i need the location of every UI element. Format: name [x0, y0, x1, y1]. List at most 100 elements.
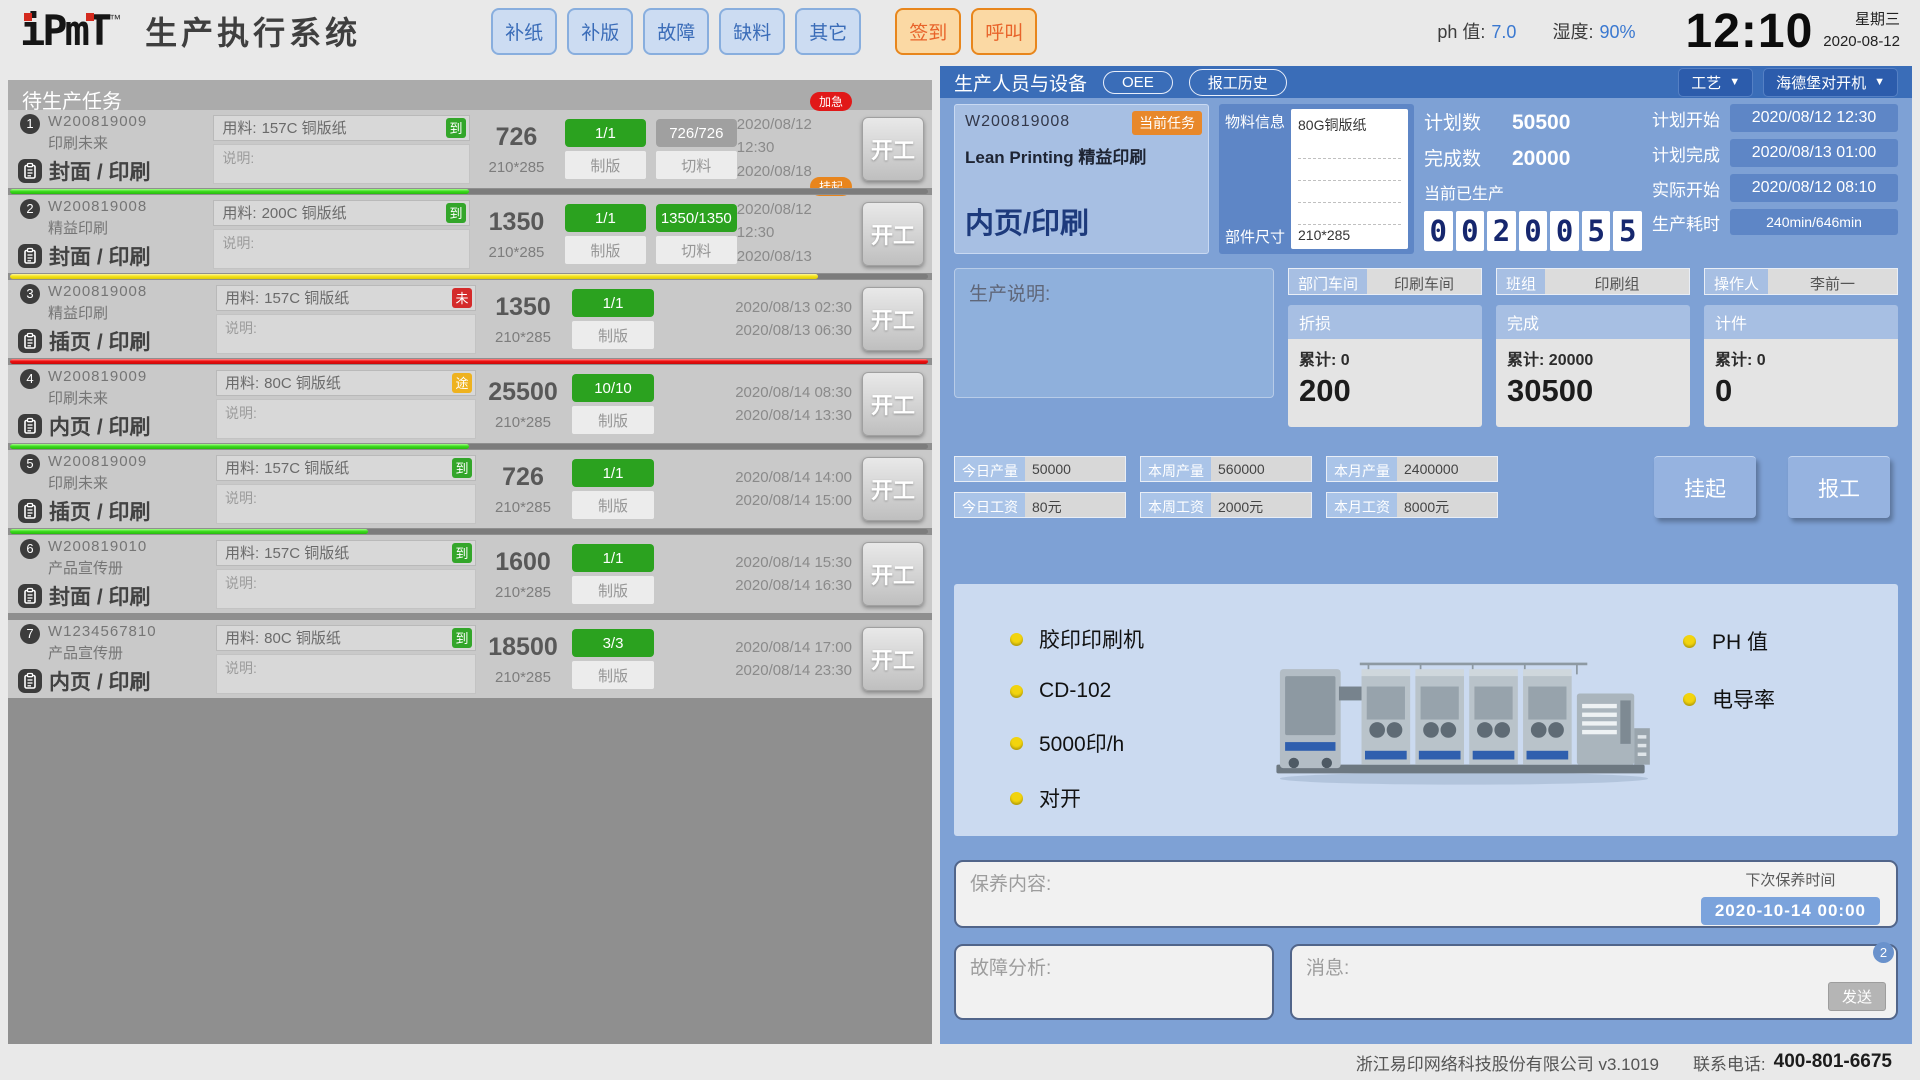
month-output-field: 本月产量2400000: [1326, 456, 1498, 482]
plate-refill-button[interactable]: 补版: [567, 8, 633, 55]
due-time: 2020/08/14 15:00: [735, 489, 852, 512]
humidity-reading: 湿度:90%: [1552, 18, 1635, 44]
send-button[interactable]: 发送: [1828, 982, 1886, 1011]
part-size: 210*285: [482, 499, 564, 516]
sign-in-button[interactable]: 签到: [895, 8, 961, 55]
material-info-label: 物料信息: [1225, 111, 1285, 132]
material-name: 80C 铜版纸: [264, 372, 341, 393]
task-customer: 印刷未来: [48, 472, 147, 493]
process-dropdown[interactable]: 工艺▼: [1678, 68, 1753, 97]
task-customer: 精益印刷: [48, 302, 147, 323]
part-size: 210*285: [482, 329, 564, 346]
app-logo: iPmT ™: [20, 10, 121, 52]
note-label: 说明:: [225, 660, 257, 676]
bullet-icon: [1010, 633, 1023, 646]
alert-buttons: 签到 呼叫: [895, 8, 1037, 55]
start-work-button[interactable]: 开工: [862, 457, 924, 521]
material-shortage-button[interactable]: 缺料: [719, 8, 785, 55]
plate-count-badge: 1/1: [572, 459, 654, 487]
task-row[interactable]: 3 W200819008 精益印刷 插页 / 印刷 用料: 157C 铜版纸 未: [8, 280, 932, 358]
material-name: 80C 铜版纸: [264, 627, 341, 648]
material-box: 用料: 80C 铜版纸 到: [216, 625, 476, 651]
counter-digit: 5: [1582, 211, 1611, 251]
done-qty-label: 完成数: [1424, 144, 1512, 171]
completed-card: 完成 累计: 20000 30500: [1496, 305, 1690, 427]
fault-analysis-box[interactable]: 故障分析:: [954, 944, 1274, 1020]
material-label: 用料:: [225, 372, 259, 393]
operator-value[interactable]: 李前一: [1768, 269, 1897, 294]
start-work-button[interactable]: 开工: [862, 372, 924, 436]
dates-column: 2020/08/14 14:00 2020/08/14 15:00: [735, 466, 862, 513]
month-wage-field: 本月工资8000元: [1326, 492, 1498, 518]
actual-start-label: 实际开始: [1652, 176, 1720, 201]
task-info: 6 W200819010 产品宣传册 封面 / 印刷: [16, 538, 216, 611]
urgent-badge: 加急: [810, 92, 852, 111]
maintenance-label: 保养内容:: [970, 874, 1051, 895]
main-area: 待生产任务 1 W200819009 印刷未来 封面 / 印刷 用料:: [0, 62, 1920, 1044]
action-buttons: 挂起 报工: [1654, 456, 1898, 518]
suspend-button[interactable]: 挂起: [1654, 456, 1756, 518]
material-column: 用料: 157C 铜版纸 到 说明:: [213, 115, 470, 184]
today-output-value: 50000: [1025, 457, 1125, 481]
start-work-button[interactable]: 开工: [862, 627, 924, 691]
task-customer: 印刷未来: [48, 132, 147, 153]
task-id: W200819008: [48, 198, 147, 215]
task-row[interactable]: 7 W1234567810 产品宣传册 内页 / 印刷 用料: 80C 铜版纸 …: [8, 620, 932, 698]
material-name: 157C 铜版纸: [264, 542, 349, 563]
start-work-button[interactable]: 开工: [862, 542, 924, 606]
task-row[interactable]: 5 W200819009 印刷未来 插页 / 印刷 用料: 157C 铜版纸 到: [8, 450, 932, 528]
material-column: 用料: 200C 铜版纸 到 说明:: [213, 200, 470, 269]
material-info-block: 物料信息 部件尺寸 80G铜版纸 210*285: [1219, 104, 1414, 254]
phone-label: 联系电话:: [1693, 1050, 1766, 1075]
material-label: 用料:: [225, 457, 259, 478]
task-info: 4 W200819009 印刷未来 内页 / 印刷: [16, 368, 216, 441]
quantity-column: 726 210*285: [476, 123, 557, 176]
task-part: 封面 / 印刷: [49, 156, 151, 186]
team-value[interactable]: 印刷组: [1545, 269, 1689, 294]
task-id: W200819009: [48, 113, 147, 130]
oee-button[interactable]: OEE: [1103, 71, 1173, 94]
task-part: 封面 / 印刷: [49, 581, 151, 611]
task-row[interactable]: 4 W200819009 印刷未来 内页 / 印刷 用料: 80C 铜版纸 途: [8, 365, 932, 443]
plate-count-badge: 10/10: [572, 374, 654, 402]
personnel-equipment-panel: 生产人员与设备 OEE 报工历史 工艺▼ 海德堡对开机▼ W200819008 …: [940, 66, 1912, 1044]
task-number-badge: 5: [20, 454, 40, 474]
message-box[interactable]: 消息: 2 发送: [1290, 944, 1898, 1020]
report-work-button[interactable]: 报工: [1788, 456, 1890, 518]
paper-refill-button[interactable]: 补纸: [491, 8, 557, 55]
current-task-badge: 当前任务: [1132, 111, 1202, 135]
task-row[interactable]: 6 W200819010 产品宣传册 封面 / 印刷 用料: 157C 铜版纸 …: [8, 535, 932, 613]
quantity-column: 726 210*285: [482, 463, 564, 516]
plate-label: 制版: [572, 576, 654, 604]
call-button[interactable]: 呼叫: [971, 8, 1037, 55]
start-work-button[interactable]: 开工: [862, 287, 924, 351]
clipboard-icon: [18, 414, 42, 438]
task-info: 3 W200819008 精益印刷 插页 / 印刷: [16, 283, 216, 356]
quantity: 1350: [476, 208, 557, 237]
task-row[interactable]: 2 W200819008 精益印刷 封面 / 印刷 用料: 200C 铜版纸 到: [8, 195, 932, 273]
fault-button[interactable]: 故障: [643, 8, 709, 55]
maintenance-box: 保养内容: 下次保养时间 2020-10-14 00:00: [954, 860, 1898, 928]
task-customer: 精益印刷: [48, 217, 147, 238]
start-work-button[interactable]: 开工: [862, 202, 924, 266]
operator-pair: 操作人 李前一: [1704, 268, 1898, 295]
department-label: 部门车间: [1289, 269, 1367, 294]
plate-label: 制版: [572, 661, 654, 689]
note-label: 说明:: [225, 575, 257, 591]
clock-area: 12:10 星期三 2020-08-12: [1686, 4, 1901, 59]
quantity: 25500: [482, 378, 564, 407]
start-work-button[interactable]: 开工: [862, 117, 924, 181]
piecework-count: 0: [1715, 373, 1887, 409]
piecework-card: 计件 累计: 0 0: [1704, 305, 1898, 427]
clipboard-icon: [18, 584, 42, 608]
machine-feature: 胶印印刷机: [1010, 624, 1245, 654]
bottom-boxes: 故障分析: 消息: 2 发送: [954, 944, 1898, 1020]
department-value[interactable]: 印刷车间: [1367, 269, 1481, 294]
plate-count-badge: 3/3: [572, 629, 654, 657]
current-task-card: W200819008 当前任务 Lean Printing 精益印刷 内页/印刷: [954, 104, 1209, 254]
other-button[interactable]: 其它: [795, 8, 861, 55]
plan-qty-value: 50500: [1512, 111, 1570, 135]
machine-dropdown[interactable]: 海德堡对开机▼: [1763, 68, 1898, 97]
material-name: 157C 铜版纸: [264, 457, 349, 478]
report-history-button[interactable]: 报工历史: [1189, 69, 1287, 96]
